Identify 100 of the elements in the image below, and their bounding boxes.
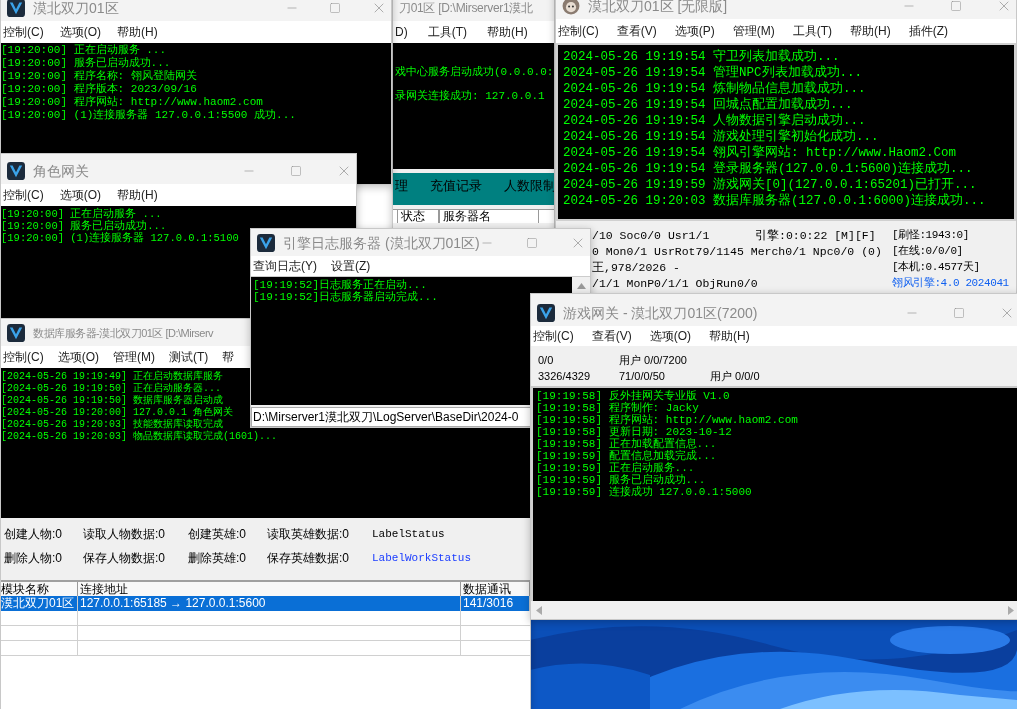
- window-title: 引擎日志服务器 (漠北双刀01区): [283, 233, 480, 253]
- log-line: [19:19:58] 更新日期: 2023-10-12: [536, 426, 732, 438]
- counter-label: 保存英雄数据:0: [267, 550, 350, 567]
- log-line: [19:19:52]日志服务器启动完成...: [253, 291, 438, 303]
- log-line: [2024-05-26 19:19:50] 正在启动服务器...: [1, 383, 222, 394]
- log-line: 2024-05-26 19:19:54 人物数据引擎启动成功...: [563, 113, 866, 129]
- table-cell: 127.0.0.1:65185 → 127.0.0.1:5600: [78, 596, 461, 611]
- menu-item[interactable]: 帮助(H): [709, 327, 750, 345]
- menu-item[interactable]: D): [395, 23, 408, 41]
- menu-item[interactable]: 帮助(H): [850, 22, 891, 40]
- maximize-icon[interactable]: [290, 165, 302, 177]
- menu-item[interactable]: 控制(C): [558, 22, 599, 40]
- maximize-icon[interactable]: [526, 237, 538, 249]
- menu-item[interactable]: 插件(Z): [908, 22, 948, 40]
- menu-item[interactable]: 帮助(H): [117, 23, 158, 41]
- menu-item[interactable]: 查看(V): [591, 327, 632, 345]
- log-line: [19:19:59] 配置信息加载完成...: [536, 450, 717, 462]
- log-line: 戏中心服务启动成功(0.0.0.0:: [395, 65, 554, 79]
- log-line: [2024-05-26 19:20:03] 技能数据库读取完成: [1, 419, 224, 430]
- window-title: 角色网关: [33, 161, 89, 181]
- column-header[interactable]: 服务器名: [439, 210, 539, 223]
- counter-label: 读取人物数据:0: [83, 526, 166, 543]
- menu-item[interactable]: 工具(T): [427, 23, 467, 41]
- menu-item[interactable]: 选项(O): [59, 186, 101, 204]
- app-logo-icon: [537, 304, 555, 322]
- stat-text: 用户 0/0/0: [710, 368, 760, 384]
- log-line: [2024-05-26 19:19:49] 正在启动数据库服务: [1, 371, 224, 382]
- window-title: 数据库服务器-漠北双刀01区 [D:\Mirserv: [33, 325, 214, 341]
- scroll-left-icon[interactable]: [536, 605, 542, 615]
- log-line: [19:19:52]日志服务正在启动...: [253, 279, 427, 291]
- status-text: [本机:0.4577天]: [892, 260, 980, 275]
- log-line: [2024-05-26 19:20:03] 物品数据库读取完成(1601)...: [1, 431, 278, 443]
- engine-timer: 引擎:0:0:22 [M][F]: [755, 228, 876, 243]
- menu-item[interactable]: 控制(C): [533, 327, 574, 345]
- log-line: [19:20:00] 程序网站: http://www.haom2.com: [1, 96, 263, 109]
- menu-item[interactable]: 工具(T): [792, 22, 832, 40]
- counter-label: 读取英雄数据:0: [267, 526, 350, 543]
- log-line: 2024-05-26 19:19:59 游戏网关[0](127.0.0.1:65201)已打开...: [563, 177, 977, 193]
- app-logo-icon: [7, 0, 25, 17]
- menu-item[interactable]: 帮: [222, 348, 235, 366]
- log-line: [19:20:00] 服务已启动成功...: [1, 57, 171, 70]
- menu-item[interactable]: 控制(C): [3, 348, 44, 366]
- status-text: [在线:0/0/0]: [892, 244, 963, 259]
- stat-text: 用户 0/0/7200: [619, 352, 688, 368]
- scroll-right-icon[interactable]: [1008, 605, 1014, 615]
- menu-item[interactable]: 帮助(H): [117, 186, 158, 204]
- log-line: 2024-05-26 19:19:54 管理NPC列表加载成功...: [563, 65, 863, 81]
- counter-label: 保存人物数据:0: [83, 550, 166, 567]
- menu-item[interactable]: 选项(P): [674, 22, 715, 40]
- log-line: [2024-05-26 19:20:00] 127.0.0.1 角色网关: [1, 407, 234, 418]
- log-line: [19:20:00] (1)连接服务器 127.0.0.1:5500 成功...: [1, 109, 296, 122]
- maximize-icon[interactable]: [953, 307, 965, 319]
- log-line: 2024-05-26 19:19:54 登录服务器(127.0.0.1:5600)连接成功...: [563, 161, 973, 177]
- tab[interactable]: 理: [395, 176, 408, 196]
- status-text: 王,978/2026 -: [592, 260, 680, 275]
- log-line: [19:19:58] 程序网站: http://www.haom2.com: [536, 414, 798, 426]
- path-text: D:\Mirserver1漠北双刀\LogServer\BaseDir\2024-0: [253, 409, 519, 426]
- scroll-up-icon[interactable]: [576, 283, 586, 289]
- app-logo-icon: [257, 234, 275, 252]
- app-icon: [562, 0, 580, 15]
- menu-item[interactable]: 查询日志(Y): [253, 257, 317, 275]
- stat-text: 71/0/0/50: [619, 368, 666, 384]
- counter-label: 删除英雄:0: [188, 550, 247, 567]
- menu-item[interactable]: 控制(C): [3, 186, 44, 204]
- log-line: 2024-05-26 19:19:54 回城点配置加载成功...: [563, 97, 853, 113]
- menu-item[interactable]: 测试(T): [169, 348, 209, 366]
- app-logo-icon: [7, 324, 25, 342]
- log-line: 2024-05-26 19:19:54 守卫列表加载成功...: [563, 49, 840, 65]
- log-line: [19:20:00] 正在启动服务 ...: [1, 208, 162, 220]
- tab[interactable]: 充值记录: [430, 176, 482, 196]
- status-label: LabelWorkStatus: [372, 550, 472, 566]
- column-header[interactable]: 状态: [397, 210, 439, 223]
- menu-item[interactable]: 管理(M): [113, 348, 155, 366]
- log-line: [19:19:58] 程序制作: Jacky: [536, 402, 699, 414]
- menu-item[interactable]: 选项(O): [59, 23, 101, 41]
- menu-item[interactable]: 控制(C): [3, 23, 44, 41]
- log-line: 2024-05-26 19:20:03 数据库服务器(127.0.0.1:6000)连接成功...: [563, 193, 986, 209]
- log-line: [2024-05-26 19:19:50] 数据库服务器启动成: [1, 395, 224, 406]
- counter-label: 创建人物:0: [4, 526, 63, 543]
- table-row[interactable]: 漠北双刀01区 127.0.0.1:65185 → 127.0.0.1:5600 141/3016: [1, 596, 530, 611]
- menu-item[interactable]: 管理(M): [732, 22, 775, 40]
- log-line: [19:19:58] 反外挂网关专业版 V1.0: [536, 390, 730, 402]
- table-cell: 漠北双刀01区: [1, 596, 78, 611]
- menu-item[interactable]: 选项(O): [649, 327, 691, 345]
- menu-item[interactable]: 查看(V): [616, 22, 657, 40]
- stat-text: 3326/4329: [538, 368, 591, 384]
- version-text: 翎风引擎:4.0 2024041: [892, 276, 1009, 291]
- log-line: [19:20:00] 程序版本: 2023/09/16: [1, 83, 197, 96]
- menu-item[interactable]: 帮助(H): [487, 23, 528, 41]
- menu-item[interactable]: 设置(Z): [331, 257, 371, 275]
- status-text: /1/1 MonP0/1/1 ObjRun0/0: [592, 276, 758, 291]
- counter-label: 删除人物:0: [4, 550, 63, 567]
- menu-item[interactable]: 选项(O): [57, 348, 99, 366]
- status-text: [刷怪:1943:0]: [892, 228, 969, 243]
- maximize-icon[interactable]: [950, 0, 962, 12]
- log-line: 2024-05-26 19:19:54 炼制物品信息加载成功...: [563, 81, 866, 97]
- maximize-icon[interactable]: [329, 2, 341, 14]
- window-title: 漠北双刀01区: [33, 0, 119, 18]
- log-line: [19:20:00] (1)连接服务器 127.0.0.1:5100: [1, 232, 239, 244]
- log-line: [19:20:00] 程序名称: 翎风登陆网关: [1, 70, 197, 83]
